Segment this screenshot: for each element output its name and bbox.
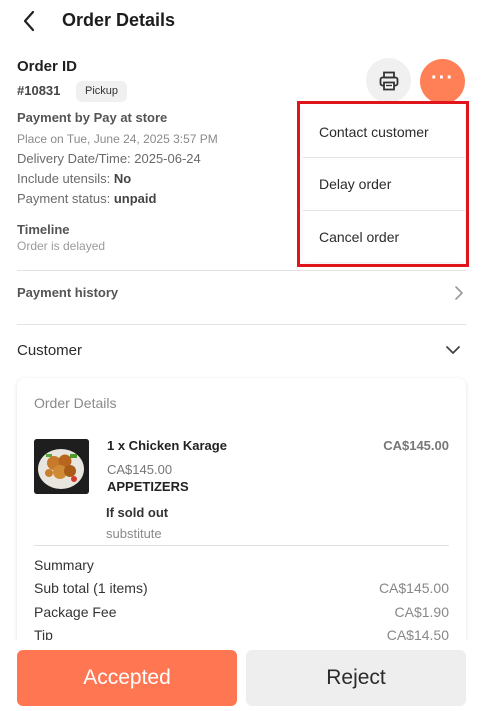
utensils-info: Include utensils: No: [17, 171, 131, 186]
subtotal-label: Sub total (1 items): [34, 580, 148, 596]
payment-history-row[interactable]: Payment history: [17, 285, 118, 300]
menu-highlight-box: [297, 101, 469, 267]
timeline-status: Order is delayed: [17, 239, 106, 253]
item-unit-price: CA$145.00: [107, 462, 173, 477]
item-name: 1 x Chicken Karage: [107, 438, 227, 453]
page-title: Order Details: [62, 10, 176, 30]
customer-section-toggle[interactable]: Customer: [17, 342, 82, 359]
more-dots-icon: ···: [431, 66, 454, 89]
item-category: APPETIZERS: [107, 479, 189, 494]
order-type-badge: Pickup: [76, 81, 128, 102]
payment-method: Payment by Pay at store: [17, 110, 168, 125]
food-photo: [34, 439, 89, 494]
item-total-price: CA$145.00: [383, 438, 449, 453]
more-options-button[interactable]: ···: [420, 59, 465, 104]
utensils-value: No: [113, 171, 132, 186]
card-divider: [34, 545, 449, 546]
package-fee-label: Package Fee: [34, 604, 117, 620]
sold-out-value: substitute: [106, 526, 162, 541]
reject-button[interactable]: Reject: [246, 650, 466, 706]
divider: [17, 270, 466, 271]
payment-status-label: Payment status:: [17, 191, 111, 206]
package-fee-value: CA$1.90: [394, 604, 449, 620]
order-details-card: Order Details 1 x Chicken Karage CA$145.…: [17, 378, 466, 658]
item-image: [34, 439, 89, 494]
utensils-label: Include utensils:: [17, 171, 111, 186]
footer-actions: Accepted Reject: [0, 640, 487, 711]
payment-status: Payment status: unpaid: [17, 191, 156, 206]
sold-out-label: If sold out: [106, 505, 169, 520]
chevron-right-icon[interactable]: [452, 284, 466, 302]
order-id-title: Order ID: [17, 58, 78, 75]
card-title: Order Details: [34, 395, 117, 411]
payment-status-value: unpaid: [113, 191, 157, 206]
chevron-down-icon[interactable]: [444, 343, 462, 357]
back-button[interactable]: [18, 8, 42, 34]
order-number: #10831: [17, 83, 61, 98]
placed-on-text: Place on Tue, June 24, 2025 3:57 PM: [17, 132, 218, 146]
printer-icon: [379, 71, 398, 90]
header-bar: Order Details: [0, 0, 487, 42]
delivery-datetime: Delivery Date/Time: 2025-06-24: [17, 151, 201, 166]
divider: [17, 324, 466, 325]
accept-button[interactable]: Accepted: [17, 650, 237, 706]
print-button[interactable]: [366, 58, 411, 103]
chevron-left-icon: [23, 10, 35, 32]
timeline-title: Timeline: [17, 222, 70, 237]
subtotal-value: CA$145.00: [378, 580, 449, 596]
summary-title: Summary: [34, 557, 94, 573]
